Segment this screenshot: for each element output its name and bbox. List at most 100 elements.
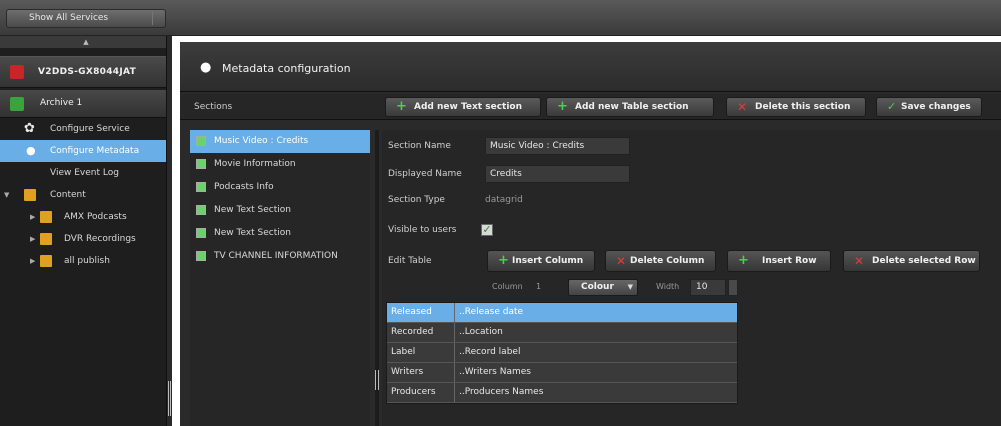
sidebar-item-dvr-recordings[interactable]: ▶ DVR Recordings — [0, 228, 166, 250]
section-icon — [196, 182, 206, 192]
splitter-grip[interactable] — [168, 381, 171, 416]
device-row[interactable]: V2DDS-GX8044JAT — [0, 56, 166, 88]
section-icon — [196, 228, 206, 238]
delete-selected-row-button[interactable]: ✕ Delete selected Row — [843, 250, 980, 272]
gear-icon: ✿ — [24, 121, 35, 136]
add-table-section-label: Add new Table section — [575, 102, 689, 112]
section-type-value: datagrid — [485, 195, 523, 205]
section-label: Music Video : Credits — [214, 136, 309, 146]
add-table-section-button[interactable]: + Add new Table section — [546, 97, 714, 117]
sidebar-item-content[interactable]: ▼ Content — [0, 184, 166, 206]
sidebar-item-configure-service[interactable]: ✿ Configure Service — [0, 118, 166, 140]
save-changes-button[interactable]: ✓ Save changes — [876, 97, 982, 117]
page-header: ● Metadata configuration — [180, 42, 1001, 92]
table-cell-key[interactable]: Producers — [387, 383, 455, 402]
table-row[interactable]: Released ..Release date — [387, 303, 737, 323]
chevron-down-icon: ▼ — [627, 283, 633, 291]
lightbulb-icon: ● — [200, 60, 212, 75]
width-label: Width — [656, 282, 680, 291]
sidebar-item-label: DVR Recordings — [64, 234, 136, 244]
section-icon — [196, 205, 206, 215]
table-cell-key[interactable]: Writers — [387, 363, 455, 382]
plus-icon: + — [557, 99, 568, 114]
sections-label: Sections — [194, 102, 233, 112]
show-all-services-button[interactable]: Show All Services — [6, 9, 166, 28]
collapse-up-icon[interactable]: ▲ — [0, 36, 172, 48]
displayed-name-field[interactable]: Credits — [485, 165, 630, 183]
sidebar-item-all-publish[interactable]: ▶ all publish — [0, 250, 166, 272]
add-text-section-button[interactable]: + Add new Text section — [385, 97, 541, 117]
plus-icon: + — [396, 99, 407, 114]
add-text-section-label: Add new Text section — [414, 102, 523, 112]
visible-to-users-label: Visible to users — [388, 225, 457, 235]
folder-icon — [40, 233, 52, 245]
sections-toolbar: Sections + Add new Text section + Add ne… — [180, 94, 1001, 120]
expand-right-icon[interactable]: ▶ — [30, 228, 35, 250]
sidebar-item-label: Content — [50, 190, 86, 200]
table-cell-value[interactable]: ..Producers Names — [457, 383, 543, 402]
column-select[interactable]: Colour ▼ — [568, 279, 638, 296]
folder-icon — [40, 255, 52, 267]
section-name-field[interactable]: Music Video : Credits — [485, 137, 630, 155]
table-cell-key[interactable]: Released — [387, 303, 455, 322]
expand-down-icon[interactable]: ▼ — [4, 184, 9, 206]
list-item[interactable]: New Text Section — [190, 222, 370, 245]
splitter-grip[interactable] — [375, 370, 379, 390]
sidebar-item-view-event-log[interactable]: View Event Log — [0, 162, 166, 184]
section-editor: Section Name Music Video : Credits Displ… — [382, 130, 1001, 426]
table-cell-value[interactable]: ..Writers Names — [457, 363, 531, 382]
sidebar-item-configure-metadata[interactable]: ● Configure Metadata — [0, 140, 166, 162]
archive-label: Archive 1 — [40, 98, 83, 108]
table-row[interactable]: Producers ..Producers Names — [387, 383, 737, 403]
delete-column-button[interactable]: ✕ Delete Column — [605, 250, 716, 272]
table-cell-value[interactable]: ..Release date — [457, 303, 523, 322]
column-number: 1 — [536, 282, 542, 291]
delete-x-icon: ✕ — [616, 254, 627, 268]
service-tree: ✿ Configure Service ● Configure Metadata… — [0, 118, 166, 272]
section-icon — [196, 136, 206, 146]
list-item[interactable]: TV CHANNEL INFORMATION — [190, 245, 370, 268]
checkmark-icon: ✓ — [887, 100, 897, 113]
sidebar-splitter[interactable] — [166, 36, 172, 426]
section-label: New Text Section — [214, 205, 291, 215]
column-label: Column — [492, 282, 523, 291]
archive-row[interactable]: Archive 1 — [0, 90, 166, 118]
list-item[interactable]: New Text Section — [190, 199, 370, 222]
list-item[interactable]: Podcasts Info — [190, 176, 370, 199]
delete-selected-row-label: Delete selected Row — [872, 256, 976, 266]
delete-section-button[interactable]: ✕ Delete this section — [726, 97, 866, 117]
panel-splitter[interactable] — [375, 130, 379, 426]
expand-right-icon[interactable]: ▶ — [30, 206, 35, 228]
section-icon — [196, 251, 206, 261]
width-input[interactable]: 10 — [690, 279, 726, 296]
list-item[interactable]: Music Video : Credits — [190, 130, 370, 153]
width-stepper[interactable] — [728, 279, 738, 296]
table-cell-key[interactable]: Recorded — [387, 323, 455, 342]
visible-to-users-checkbox[interactable]: ✓ — [481, 224, 493, 236]
insert-column-button[interactable]: + Insert Column — [487, 250, 595, 272]
sections-list: Music Video : Credits Movie Information … — [190, 130, 370, 426]
table-cell-value[interactable]: ..Record label — [457, 343, 520, 362]
table-row[interactable]: Recorded ..Location — [387, 323, 737, 343]
expand-right-icon[interactable]: ▶ — [30, 250, 35, 272]
folder-icon — [40, 211, 52, 223]
lightbulb-icon: ● — [26, 144, 36, 157]
device-label: V2DDS-GX8044JAT — [38, 67, 137, 77]
insert-row-button[interactable]: + Insert Row — [727, 250, 831, 272]
plus-icon: + — [738, 253, 749, 268]
edit-table-label: Edit Table — [388, 256, 432, 266]
table-cell-key[interactable]: Label — [387, 343, 455, 362]
sidebar-item-amx-podcasts[interactable]: ▶ AMX Podcasts — [0, 206, 166, 228]
table-row[interactable]: Writers ..Writers Names — [387, 363, 737, 383]
save-changes-label: Save changes — [901, 102, 971, 112]
sidebar-item-label: Configure Service — [50, 124, 130, 134]
sidebar-item-label: all publish — [64, 256, 110, 266]
section-name-label: Section Name — [388, 141, 451, 151]
section-type-label: Section Type — [388, 195, 445, 205]
delete-section-label: Delete this section — [755, 102, 851, 112]
archive-icon — [10, 97, 24, 111]
list-item[interactable]: Movie Information — [190, 153, 370, 176]
table-row[interactable]: Label ..Record label — [387, 343, 737, 363]
displayed-name-label: Displayed Name — [388, 169, 462, 179]
table-cell-value[interactable]: ..Location — [457, 323, 503, 342]
